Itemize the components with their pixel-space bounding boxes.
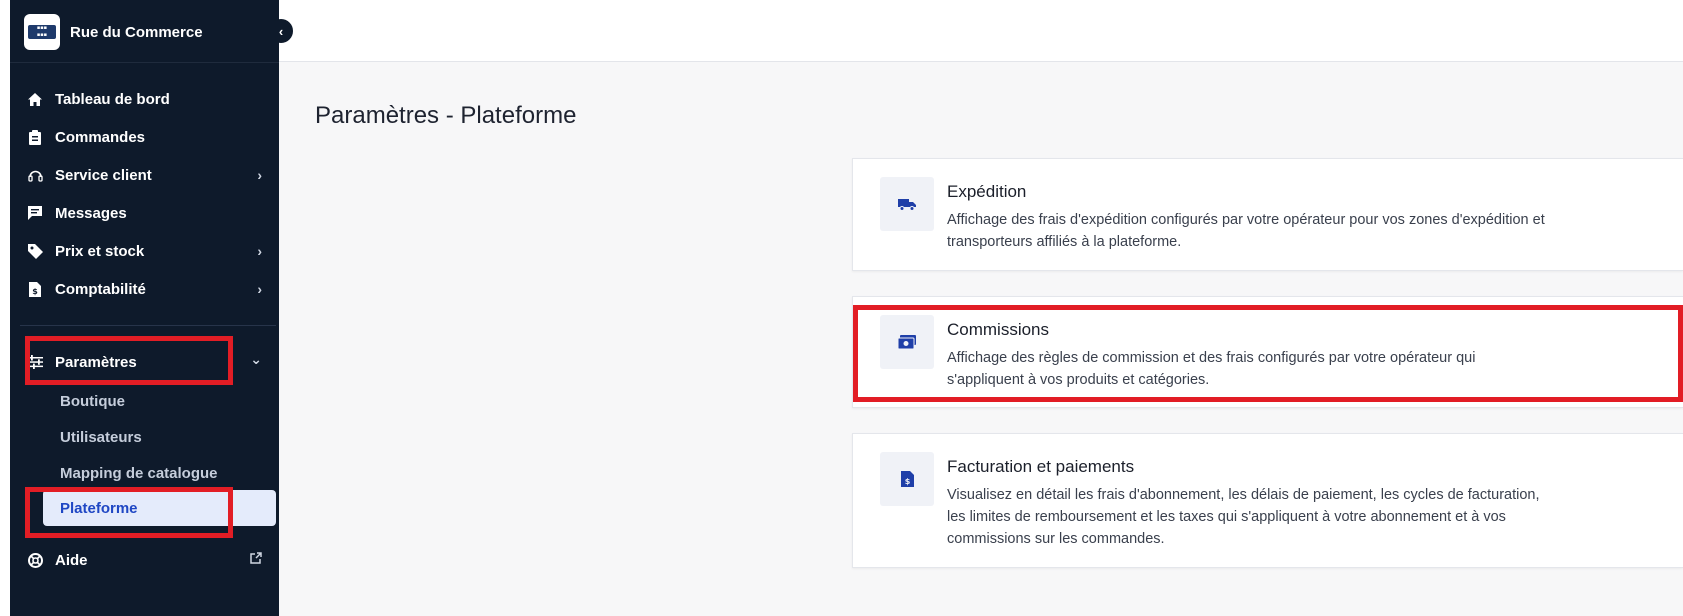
sidebar: ▪▪▪ ▪▪▪ Rue du Commerce Tableau de bord C… [0, 0, 279, 616]
truck-icon [880, 177, 934, 231]
sidebar-item-parametres[interactable]: Paramètres ⌄ [24, 348, 266, 376]
invoice-icon: $ [880, 452, 934, 506]
chevron-right-icon: › [257, 281, 262, 297]
divider [20, 325, 276, 326]
settings-card-expedition[interactable]: Expédition Affichage des frais d'expédit… [852, 158, 1683, 271]
collapse-sidebar-button[interactable]: ‹ [269, 19, 293, 43]
card-description: Affichage des frais d'expédition configu… [947, 212, 1545, 250]
sidebar-item-label: Service client [55, 166, 152, 184]
sidebar-item-messages[interactable]: Messages [24, 199, 266, 227]
sidebar-item-label: Commandes [55, 128, 146, 146]
sliders-icon [24, 355, 46, 369]
settings-card-commissions[interactable]: Commissions Affichage des règles de comm… [852, 296, 1683, 408]
external-link-icon [250, 551, 262, 567]
card-title: Facturation et paiements [947, 457, 1135, 476]
sidebar-subitem-utilisateurs[interactable]: Utilisateurs [60, 424, 260, 450]
lifebuoy-icon [24, 552, 46, 568]
chevron-right-icon: › [257, 167, 262, 183]
headset-icon [24, 168, 46, 183]
brand[interactable]: ▪▪▪ ▪▪▪ Rue du Commerce [24, 14, 203, 50]
clipboard-icon [24, 129, 46, 145]
brand-logo: ▪▪▪ ▪▪▪ [24, 14, 60, 50]
card-description: Affichage des règles de commission et de… [947, 350, 1476, 388]
tag-icon [24, 243, 46, 259]
sidebar-subitem-plateforme[interactable]: Plateforme [43, 490, 276, 526]
brand-logo-mark: ▪▪▪ ▪▪▪ [28, 25, 56, 39]
card-title: Expédition [947, 182, 1027, 201]
divider [10, 62, 279, 63]
brand-name: Rue du Commerce [70, 23, 203, 41]
home-icon [24, 92, 46, 106]
message-icon [24, 206, 46, 220]
card-title: Commissions [947, 320, 1050, 339]
sidebar-item-label: Prix et stock [55, 242, 145, 260]
sidebar-item-commandes[interactable]: Commandes [24, 123, 266, 151]
sidebar-subitem-mapping-de-catalogue[interactable]: Mapping de catalogue [60, 460, 260, 486]
sidebar-item-aide[interactable]: Aide [24, 546, 266, 574]
chevron-down-icon: ⌄ [250, 351, 262, 367]
svg-text:$: $ [904, 477, 910, 486]
sidebar-item-label: Paramètres [55, 353, 137, 371]
sidebar-item-tableau-de-bord[interactable]: Tableau de bord [24, 85, 266, 113]
card-description: Visualisez en détail les frais d'abonnem… [947, 487, 1540, 547]
top-bar [279, 0, 1683, 62]
sidebar-item-service-client[interactable]: Service client › [24, 161, 266, 189]
sidebar-subitem-boutique[interactable]: Boutique [60, 388, 260, 414]
invoice-icon: $ [24, 281, 46, 297]
sidebar-item-label: Comptabilité [55, 280, 146, 298]
chevron-left-icon: ‹ [278, 23, 284, 39]
sidebar-item-comptabilite[interactable]: $ Comptabilité › [24, 275, 266, 303]
settings-card-facturation[interactable]: $ Facturation et paiements Visualisez en… [852, 433, 1683, 568]
sidebar-item-label: Tableau de bord [55, 90, 170, 108]
chevron-right-icon: › [257, 243, 262, 259]
sidebar-item-label: Aide [55, 551, 88, 569]
svg-text:$: $ [32, 287, 38, 296]
money-icon [880, 315, 934, 369]
sidebar-item-prix-et-stock[interactable]: Prix et stock › [24, 237, 266, 265]
page-title: Paramètres - Plateforme [315, 102, 577, 129]
sidebar-item-label: Messages [55, 204, 127, 222]
